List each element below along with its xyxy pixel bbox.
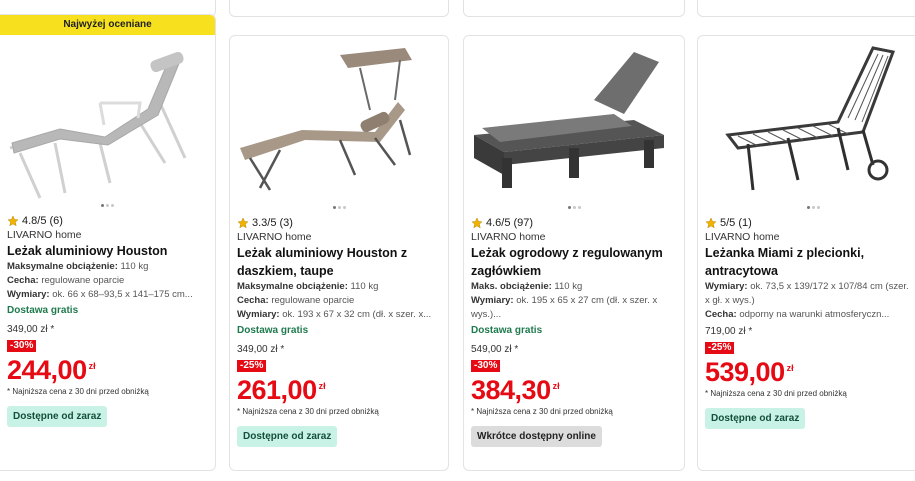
lowest-price-note: * Najniższa cena z 30 dni przed obniżką [237, 407, 379, 416]
brand: LIVARNO home [7, 229, 82, 241]
wicker-lounger-image [725, 46, 896, 191]
current-price: 384,30 zł [471, 375, 560, 405]
product-title[interactable]: Leżak ogrodowy z regulowanym zagłówkiem [471, 244, 678, 280]
spec-line: Wymiary: ok. 73,5 x 139/172 x 107/84 cm … [705, 281, 909, 306]
product-card[interactable]: Najwyżej oceniane 4.8/5 (6) LIVARNO home… [0, 14, 216, 471]
rating: 4.8/5 (6) [7, 213, 209, 228]
product-image[interactable] [698, 40, 915, 198]
brand: LIVARNO home [237, 231, 312, 243]
garden-lounger-image [474, 52, 664, 188]
image-pagination-dots [0, 204, 215, 210]
spec-line: Wymiary: ok. 193 x 67 x 32 cm (dł. x sze… [237, 309, 432, 320]
sun-lounger-image [9, 51, 187, 199]
star-icon [7, 214, 19, 226]
product-image[interactable] [230, 40, 448, 198]
star-icon [237, 216, 249, 228]
previous-row-card-edge [229, 0, 449, 17]
free-delivery-label: Dostawa gratis [237, 325, 309, 336]
availability-badge: Dostępne od zaraz [705, 408, 806, 429]
product-image[interactable] [464, 40, 684, 198]
old-price: 349,00 zł * [237, 344, 285, 355]
current-price: 261,00 zł [237, 375, 326, 405]
discount-badge: -30% [7, 340, 37, 352]
star-icon [471, 216, 483, 228]
spec-line: Cecha: regulowane oparcie [7, 275, 125, 286]
image-pagination-dots [698, 206, 915, 212]
spec-line: Maksymalne obciążenie: 110 kg [237, 281, 379, 292]
free-delivery-label: Dostawa gratis [471, 325, 543, 336]
product-card[interactable]: 5/5 (1) LIVARNO home Leżanka Miami z ple… [697, 35, 915, 471]
top-rated-banner: Najwyżej oceniane [0, 15, 215, 35]
current-price: 244,00 zł [7, 355, 96, 385]
spec-line: Cecha: odporny na warunki atmosferyczn..… [705, 309, 890, 320]
image-pagination-dots [464, 206, 684, 212]
previous-row-card-edge [697, 0, 915, 17]
product-image[interactable] [0, 43, 215, 201]
discount-badge: -30% [471, 360, 501, 372]
rating-value: 4.6/5 (97) [486, 216, 534, 229]
availability-badge: Dostępne od zaraz [7, 406, 108, 427]
rating: 3.3/5 (3) [237, 215, 442, 230]
rating-value: 4.8/5 (6) [22, 214, 63, 227]
discount-badge: -25% [237, 360, 267, 372]
spec-line: Maks. obciążenie: 110 kg [471, 281, 583, 292]
image-pagination-dots [230, 206, 448, 212]
old-price: 349,00 zł * [7, 324, 55, 335]
spec-line: Wymiary: ok. 195 x 65 x 27 cm (dł. x sze… [471, 295, 658, 320]
rating-value: 3.3/5 (3) [252, 216, 293, 229]
discount-badge: -25% [705, 342, 735, 354]
rating: 5/5 (1) [705, 215, 910, 230]
lowest-price-note: * Najniższa cena z 30 dni przed obniżką [471, 407, 613, 416]
product-title[interactable]: Leżak aluminiowy Houston z daszkiem, tau… [237, 244, 442, 280]
spec-line: Wymiary: ok. 66 x 68–93,5 x 141–175 cm..… [7, 289, 193, 300]
spec-line: Maksymalne obciążenie: 110 kg [7, 261, 149, 272]
rating: 4.6/5 (97) [471, 215, 678, 230]
old-price: 719,00 zł * [705, 326, 753, 337]
current-price: 539,00 zł [705, 357, 794, 387]
star-icon [705, 216, 717, 228]
spec-line: Cecha: regulowane oparcie [237, 295, 355, 306]
availability-badge: Dostępne od zaraz [237, 426, 338, 447]
old-price: 549,00 zł * [471, 344, 519, 355]
rating-value: 5/5 (1) [720, 216, 752, 229]
lowest-price-note: * Najniższa cena z 30 dni przed obniżką [7, 387, 149, 396]
sun-lounger-with-canopy-image [240, 48, 412, 191]
product-title[interactable]: Leżanka Miami z plecionki, antracytowa [705, 244, 910, 280]
brand: LIVARNO home [705, 231, 780, 243]
product-card[interactable]: 4.6/5 (97) LIVARNO home Leżak ogrodowy z… [463, 35, 685, 471]
previous-row-card-edge [463, 0, 685, 17]
product-card[interactable]: 3.3/5 (3) LIVARNO home Leżak aluminiowy … [229, 35, 449, 471]
free-delivery-label: Dostawa gratis [7, 305, 79, 316]
lowest-price-note: * Najniższa cena z 30 dni przed obniżką [705, 389, 847, 398]
brand: LIVARNO home [471, 231, 546, 243]
availability-badge: Wkrótce dostępny online [471, 426, 602, 447]
product-title[interactable]: Leżak aluminiowy Houston [7, 242, 209, 260]
